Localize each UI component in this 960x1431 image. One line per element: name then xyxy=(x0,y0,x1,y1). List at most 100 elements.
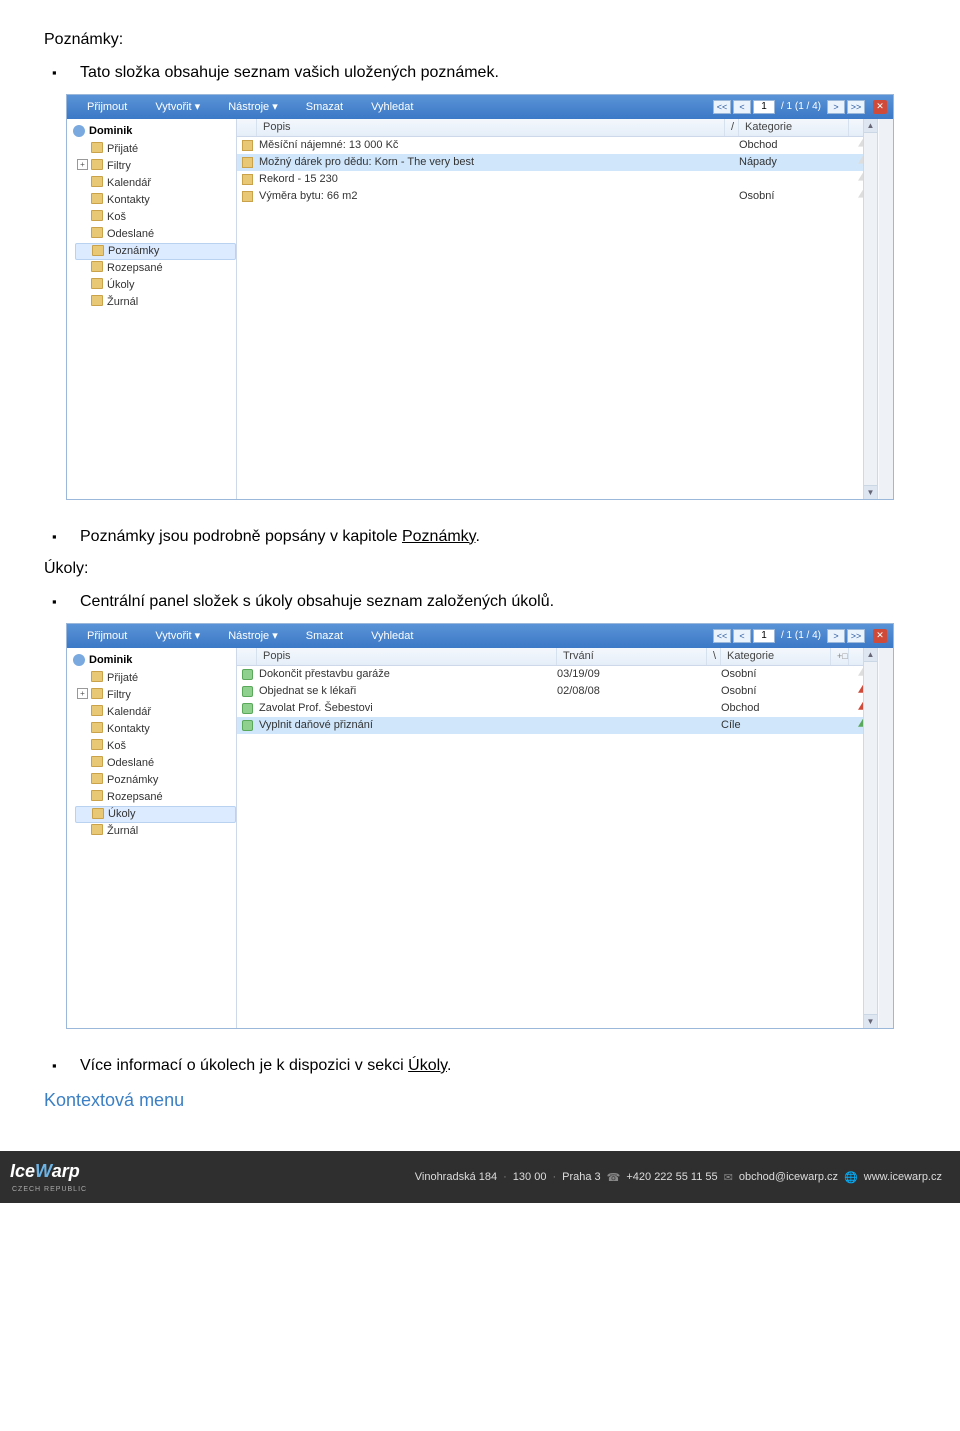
pager-next[interactable]: > xyxy=(827,629,845,643)
col-popis[interactable]: Popis xyxy=(257,119,725,136)
menu-nastroje[interactable]: Nástroje ▾ xyxy=(214,100,292,113)
pager-prev[interactable]: < xyxy=(733,100,751,114)
col-sort[interactable]: / xyxy=(725,119,739,136)
footer-phone: +420 222 55 11 55 xyxy=(626,1171,717,1183)
logo: IceWarp xyxy=(10,1161,80,1181)
toolbar: Přijmout Vytvořit ▾ Nástroje ▾ Smazat Vy… xyxy=(67,624,893,648)
pager-page-input[interactable] xyxy=(753,100,775,114)
chevron-down-icon: ▾ xyxy=(272,101,278,113)
folder-filtry[interactable]: Filtry xyxy=(75,687,236,704)
menu-smazat[interactable]: Smazat xyxy=(292,101,357,113)
account-name: Dominik xyxy=(67,652,236,670)
folder-zurnal[interactable]: Žurnál xyxy=(75,294,236,311)
folder-odeslane[interactable]: Odeslané xyxy=(75,755,236,772)
pager: << < / 1 (1 / 4) > >> ✕ xyxy=(713,629,887,643)
table-row[interactable]: Výměra bytu: 66 m2Osobní xyxy=(237,188,877,205)
pager-prev[interactable]: < xyxy=(733,629,751,643)
footer-addr2: 130 00 xyxy=(513,1171,547,1183)
menu-nastroje[interactable]: Nástroje ▾ xyxy=(214,629,292,642)
task-icon xyxy=(242,703,253,714)
folder-kos[interactable]: Koš xyxy=(75,738,236,755)
table-row[interactable]: Možný dárek pro dědu: Korn - The very be… xyxy=(237,154,877,171)
screenshot-tasks: Přijmout Vytvořit ▾ Nástroje ▾ Smazat Vy… xyxy=(66,623,894,1029)
col-sort[interactable]: \ xyxy=(707,648,721,665)
folder-poznamky[interactable]: Poznámky xyxy=(75,772,236,789)
toolbar: Přijmout Vytvořit ▾ Nástroje ▾ Smazat Vy… xyxy=(67,95,893,119)
folder-kontakty[interactable]: Kontakty xyxy=(75,192,236,209)
scrollbar[interactable]: ▲▼ xyxy=(863,119,877,499)
close-icon[interactable]: ✕ xyxy=(873,100,887,114)
bullet-tasks-link: Více informací o úkolech je k dispozici … xyxy=(80,1053,916,1079)
chevron-down-icon: ▾ xyxy=(272,630,278,642)
folder-kalendar[interactable]: Kalendář xyxy=(75,704,236,721)
tasks-list: Popis Trvání \ Kategorie +□ Dokončit pře… xyxy=(237,648,877,1028)
col-kategorie[interactable]: Kategorie xyxy=(721,648,831,665)
note-icon xyxy=(242,140,253,151)
folder-kos[interactable]: Koš xyxy=(75,209,236,226)
folder-kontakty[interactable]: Kontakty xyxy=(75,721,236,738)
preview-strip xyxy=(877,648,893,1028)
menu-vyhledat[interactable]: Vyhledat xyxy=(357,101,427,113)
scrollbar[interactable]: ▲▼ xyxy=(863,648,877,1028)
menu-vytvorit[interactable]: Vytvořit ▾ xyxy=(141,100,214,113)
task-icon xyxy=(242,669,253,680)
table-row[interactable]: Zavolat Prof. ŠebestoviObchod xyxy=(237,700,877,717)
pager-first[interactable]: << xyxy=(713,629,731,643)
footer: IceWarp CZECH REPUBLIC Vinohradská 184· … xyxy=(0,1151,960,1203)
table-row[interactable]: Dokončit přestavbu garáže03/19/09Osobní xyxy=(237,666,877,683)
link-ukoly[interactable]: Úkoly xyxy=(408,1057,447,1074)
table-row[interactable]: Měsíční nájemné: 13 000 KčObchod xyxy=(237,137,877,154)
pager-info: / 1 (1 / 4) xyxy=(777,630,825,641)
sidebar: Dominik Přijaté Filtry Kalendář Kontakty… xyxy=(67,119,237,499)
footer-addr3: Praha 3 xyxy=(562,1171,601,1183)
folder-ukoly[interactable]: Úkoly xyxy=(75,806,236,823)
folder-poznamky[interactable]: Poznámky xyxy=(75,243,236,260)
folder-prijate[interactable]: Přijaté xyxy=(75,670,236,687)
pager-info: / 1 (1 / 4) xyxy=(777,101,825,112)
pager-page-input[interactable] xyxy=(753,629,775,643)
footer-addr: Vinohradská 184 xyxy=(415,1171,497,1183)
footer-web: www.icewarp.cz xyxy=(864,1171,942,1183)
table-row[interactable]: Objednat se k lékaři02/08/08Osobní xyxy=(237,683,877,700)
menu-smazat[interactable]: Smazat xyxy=(292,630,357,642)
chevron-down-icon: ▾ xyxy=(195,101,201,113)
folder-ukoly[interactable]: Úkoly xyxy=(75,277,236,294)
note-icon xyxy=(242,174,253,185)
col-popis[interactable]: Popis xyxy=(257,648,557,665)
folder-zurnal[interactable]: Žurnál xyxy=(75,823,236,840)
pager: << < / 1 (1 / 4) > >> ✕ xyxy=(713,100,887,114)
account-name: Dominik xyxy=(67,123,236,141)
task-icon xyxy=(242,720,253,731)
heading-context-menu: Kontextová menu xyxy=(44,1090,916,1111)
folder-kalendar[interactable]: Kalendář xyxy=(75,175,236,192)
logo-subtitle: CZECH REPUBLIC xyxy=(12,1186,87,1193)
folder-rozepsane[interactable]: Rozepsané xyxy=(75,260,236,277)
pager-last[interactable]: >> xyxy=(847,629,865,643)
notes-list: Popis / Kategorie Měsíční nájemné: 13 00… xyxy=(237,119,877,499)
note-icon xyxy=(242,191,253,202)
link-poznamky[interactable]: Poznámky xyxy=(402,528,476,545)
chevron-down-icon: ▾ xyxy=(195,630,201,642)
folder-odeslane[interactable]: Odeslané xyxy=(75,226,236,243)
bullet-tasks-desc: Centrální panel složek s úkoly obsahuje … xyxy=(80,589,916,615)
menu-vyhledat[interactable]: Vyhledat xyxy=(357,630,427,642)
menu-vytvorit[interactable]: Vytvořit ▾ xyxy=(141,629,214,642)
menu-prijmout[interactable]: Přijmout xyxy=(73,630,141,642)
pager-first[interactable]: << xyxy=(713,100,731,114)
pager-last[interactable]: >> xyxy=(847,100,865,114)
sidebar: Dominik Přijaté Filtry Kalendář Kontakty… xyxy=(67,648,237,1028)
col-trvani[interactable]: Trvání xyxy=(557,648,707,665)
screenshot-notes: Přijmout Vytvořit ▾ Nástroje ▾ Smazat Vy… xyxy=(66,94,894,500)
col-kategorie[interactable]: Kategorie xyxy=(739,119,849,136)
bullet-notes-desc: Tato složka obsahuje seznam vašich ulože… xyxy=(80,60,916,86)
pager-next[interactable]: > xyxy=(827,100,845,114)
table-row[interactable]: Vyplnit daňové přiznáníCíle xyxy=(237,717,877,734)
table-row[interactable]: Rekord - 15 230 xyxy=(237,171,877,188)
menu-prijmout[interactable]: Přijmout xyxy=(73,101,141,113)
heading-poznamky: Poznámky: xyxy=(44,28,916,52)
folder-rozepsane[interactable]: Rozepsané xyxy=(75,789,236,806)
close-icon[interactable]: ✕ xyxy=(873,629,887,643)
folder-filtry[interactable]: Filtry xyxy=(75,158,236,175)
folder-prijate[interactable]: Přijaté xyxy=(75,141,236,158)
note-icon xyxy=(242,157,253,168)
